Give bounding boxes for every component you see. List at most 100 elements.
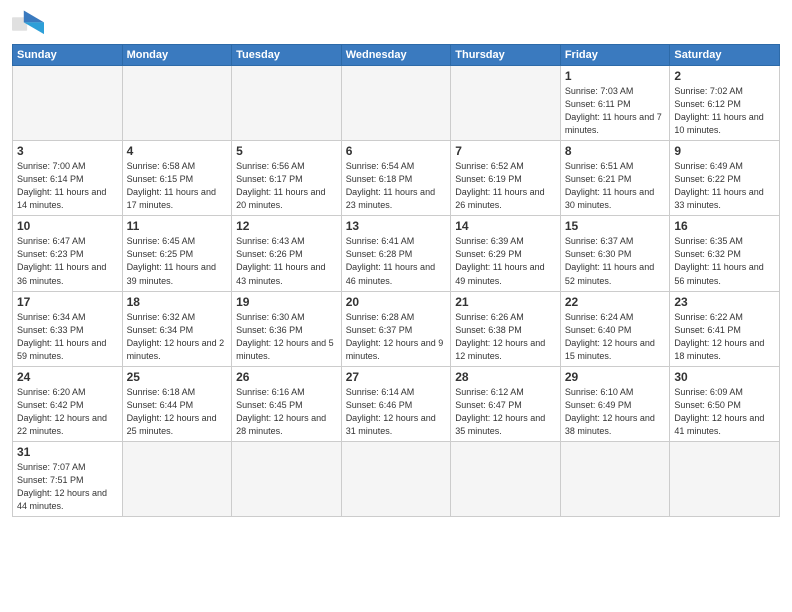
calendar-header-friday: Friday	[560, 45, 670, 66]
day-number: 25	[127, 370, 228, 384]
calendar-cell: 22 Sunrise: 6:24 AM Sunset: 6:40 PM Dayli…	[560, 291, 670, 366]
logo-icon	[12, 10, 44, 38]
calendar-cell: 20 Sunrise: 6:28 AM Sunset: 6:37 PM Dayli…	[341, 291, 451, 366]
calendar-cell: 21Sunrise: 6:26 AM Sunset: 6:38 PM Dayli…	[451, 291, 561, 366]
day-info: Sunrise: 7:07 AM Sunset: 7:51 PM Dayligh…	[17, 461, 118, 513]
calendar-cell	[341, 66, 451, 141]
calendar-cell: 27Sunrise: 6:14 AM Sunset: 6:46 PM Dayli…	[341, 366, 451, 441]
day-info: Sunrise: 6:32 AM Sunset: 6:34 PM Dayligh…	[127, 311, 228, 363]
calendar-cell: 14 Sunrise: 6:39 AM Sunset: 6:29 PM Dayli…	[451, 216, 561, 291]
calendar-cell	[670, 441, 780, 516]
day-info: Sunrise: 6:52 AM Sunset: 6:19 PM Dayligh…	[455, 160, 556, 212]
day-number: 20	[346, 295, 447, 309]
day-info: Sunrise: 6:24 AM Sunset: 6:40 PM Dayligh…	[565, 311, 666, 363]
day-number: 15	[565, 219, 666, 233]
calendar-cell: 6 Sunrise: 6:54 AM Sunset: 6:18 PM Daylig…	[341, 141, 451, 216]
day-number: 14	[455, 219, 556, 233]
calendar-cell: 29 Sunrise: 6:10 AM Sunset: 6:49 PM Dayli…	[560, 366, 670, 441]
page: SundayMondayTuesdayWednesdayThursdayFrid…	[0, 0, 792, 612]
calendar-header-sunday: Sunday	[13, 45, 123, 66]
calendar-cell: 3Sunrise: 7:00 AM Sunset: 6:14 PM Daylig…	[13, 141, 123, 216]
day-info: Sunrise: 7:03 AM Sunset: 6:11 PM Dayligh…	[565, 85, 666, 137]
calendar-header-thursday: Thursday	[451, 45, 561, 66]
calendar-week-4: 17 Sunrise: 6:34 AM Sunset: 6:33 PM Dayli…	[13, 291, 780, 366]
calendar-cell	[122, 66, 232, 141]
calendar-cell: 10Sunrise: 6:47 AM Sunset: 6:23 PM Dayli…	[13, 216, 123, 291]
day-number: 18	[127, 295, 228, 309]
calendar-cell	[232, 441, 342, 516]
calendar-cell: 13 Sunrise: 6:41 AM Sunset: 6:28 PM Dayli…	[341, 216, 451, 291]
day-number: 17	[17, 295, 118, 309]
day-info: Sunrise: 6:37 AM Sunset: 6:30 PM Dayligh…	[565, 235, 666, 287]
calendar-cell: 9Sunrise: 6:49 AM Sunset: 6:22 PM Daylig…	[670, 141, 780, 216]
day-number: 3	[17, 144, 118, 158]
day-info: Sunrise: 6:16 AM Sunset: 6:45 PM Dayligh…	[236, 386, 337, 438]
calendar-cell: 8Sunrise: 6:51 AM Sunset: 6:21 PM Daylig…	[560, 141, 670, 216]
calendar-cell: 28 Sunrise: 6:12 AM Sunset: 6:47 PM Dayli…	[451, 366, 561, 441]
calendar-cell: 4Sunrise: 6:58 AM Sunset: 6:15 PM Daylig…	[122, 141, 232, 216]
day-info: Sunrise: 6:28 AM Sunset: 6:37 PM Dayligh…	[346, 311, 447, 363]
calendar-cell: 7 Sunrise: 6:52 AM Sunset: 6:19 PM Daylig…	[451, 141, 561, 216]
day-number: 30	[674, 370, 775, 384]
calendar-cell: 18 Sunrise: 6:32 AM Sunset: 6:34 PM Dayli…	[122, 291, 232, 366]
day-number: 2	[674, 69, 775, 83]
day-info: Sunrise: 6:58 AM Sunset: 6:15 PM Dayligh…	[127, 160, 228, 212]
day-number: 7	[455, 144, 556, 158]
day-info: Sunrise: 6:39 AM Sunset: 6:29 PM Dayligh…	[455, 235, 556, 287]
calendar-cell: 24Sunrise: 6:20 AM Sunset: 6:42 PM Dayli…	[13, 366, 123, 441]
calendar-week-1: 1 Sunrise: 7:03 AM Sunset: 6:11 PM Daylig…	[13, 66, 780, 141]
day-number: 6	[346, 144, 447, 158]
calendar-cell	[13, 66, 123, 141]
day-info: Sunrise: 6:22 AM Sunset: 6:41 PM Dayligh…	[674, 311, 775, 363]
day-info: Sunrise: 6:35 AM Sunset: 6:32 PM Dayligh…	[674, 235, 775, 287]
day-info: Sunrise: 6:12 AM Sunset: 6:47 PM Dayligh…	[455, 386, 556, 438]
calendar-week-6: 31Sunrise: 7:07 AM Sunset: 7:51 PM Dayli…	[13, 441, 780, 516]
calendar-header-monday: Monday	[122, 45, 232, 66]
day-number: 28	[455, 370, 556, 384]
day-number: 16	[674, 219, 775, 233]
calendar-cell: 2Sunrise: 7:02 AM Sunset: 6:12 PM Daylig…	[670, 66, 780, 141]
calendar-cell	[122, 441, 232, 516]
day-info: Sunrise: 6:10 AM Sunset: 6:49 PM Dayligh…	[565, 386, 666, 438]
calendar-table: SundayMondayTuesdayWednesdayThursdayFrid…	[12, 44, 780, 517]
calendar-cell	[560, 441, 670, 516]
day-info: Sunrise: 6:56 AM Sunset: 6:17 PM Dayligh…	[236, 160, 337, 212]
day-info: Sunrise: 6:54 AM Sunset: 6:18 PM Dayligh…	[346, 160, 447, 212]
day-info: Sunrise: 6:49 AM Sunset: 6:22 PM Dayligh…	[674, 160, 775, 212]
day-info: Sunrise: 6:18 AM Sunset: 6:44 PM Dayligh…	[127, 386, 228, 438]
day-number: 21	[455, 295, 556, 309]
day-number: 29	[565, 370, 666, 384]
day-info: Sunrise: 6:09 AM Sunset: 6:50 PM Dayligh…	[674, 386, 775, 438]
day-info: Sunrise: 6:43 AM Sunset: 6:26 PM Dayligh…	[236, 235, 337, 287]
day-number: 22	[565, 295, 666, 309]
day-number: 11	[127, 219, 228, 233]
calendar-week-5: 24Sunrise: 6:20 AM Sunset: 6:42 PM Dayli…	[13, 366, 780, 441]
calendar-week-3: 10Sunrise: 6:47 AM Sunset: 6:23 PM Dayli…	[13, 216, 780, 291]
day-info: Sunrise: 6:41 AM Sunset: 6:28 PM Dayligh…	[346, 235, 447, 287]
day-number: 27	[346, 370, 447, 384]
calendar-cell: 30 Sunrise: 6:09 AM Sunset: 6:50 PM Dayli…	[670, 366, 780, 441]
calendar-cell: 16 Sunrise: 6:35 AM Sunset: 6:32 PM Dayli…	[670, 216, 780, 291]
calendar-cell: 31Sunrise: 7:07 AM Sunset: 7:51 PM Dayli…	[13, 441, 123, 516]
day-number: 1	[565, 69, 666, 83]
calendar-cell	[232, 66, 342, 141]
header	[12, 10, 780, 38]
calendar-cell: 12Sunrise: 6:43 AM Sunset: 6:26 PM Dayli…	[232, 216, 342, 291]
day-number: 26	[236, 370, 337, 384]
calendar-header-row: SundayMondayTuesdayWednesdayThursdayFrid…	[13, 45, 780, 66]
calendar-cell	[451, 66, 561, 141]
day-number: 13	[346, 219, 447, 233]
day-number: 8	[565, 144, 666, 158]
calendar-cell: 19Sunrise: 6:30 AM Sunset: 6:36 PM Dayli…	[232, 291, 342, 366]
day-info: Sunrise: 6:34 AM Sunset: 6:33 PM Dayligh…	[17, 311, 118, 363]
day-number: 19	[236, 295, 337, 309]
day-number: 24	[17, 370, 118, 384]
calendar-cell: 1 Sunrise: 7:03 AM Sunset: 6:11 PM Daylig…	[560, 66, 670, 141]
calendar-cell	[341, 441, 451, 516]
calendar-cell: 11Sunrise: 6:45 AM Sunset: 6:25 PM Dayli…	[122, 216, 232, 291]
calendar-cell: 23Sunrise: 6:22 AM Sunset: 6:41 PM Dayli…	[670, 291, 780, 366]
calendar-header-wednesday: Wednesday	[341, 45, 451, 66]
calendar-cell: 26 Sunrise: 6:16 AM Sunset: 6:45 PM Dayli…	[232, 366, 342, 441]
calendar-cell	[451, 441, 561, 516]
calendar-cell: 5Sunrise: 6:56 AM Sunset: 6:17 PM Daylig…	[232, 141, 342, 216]
